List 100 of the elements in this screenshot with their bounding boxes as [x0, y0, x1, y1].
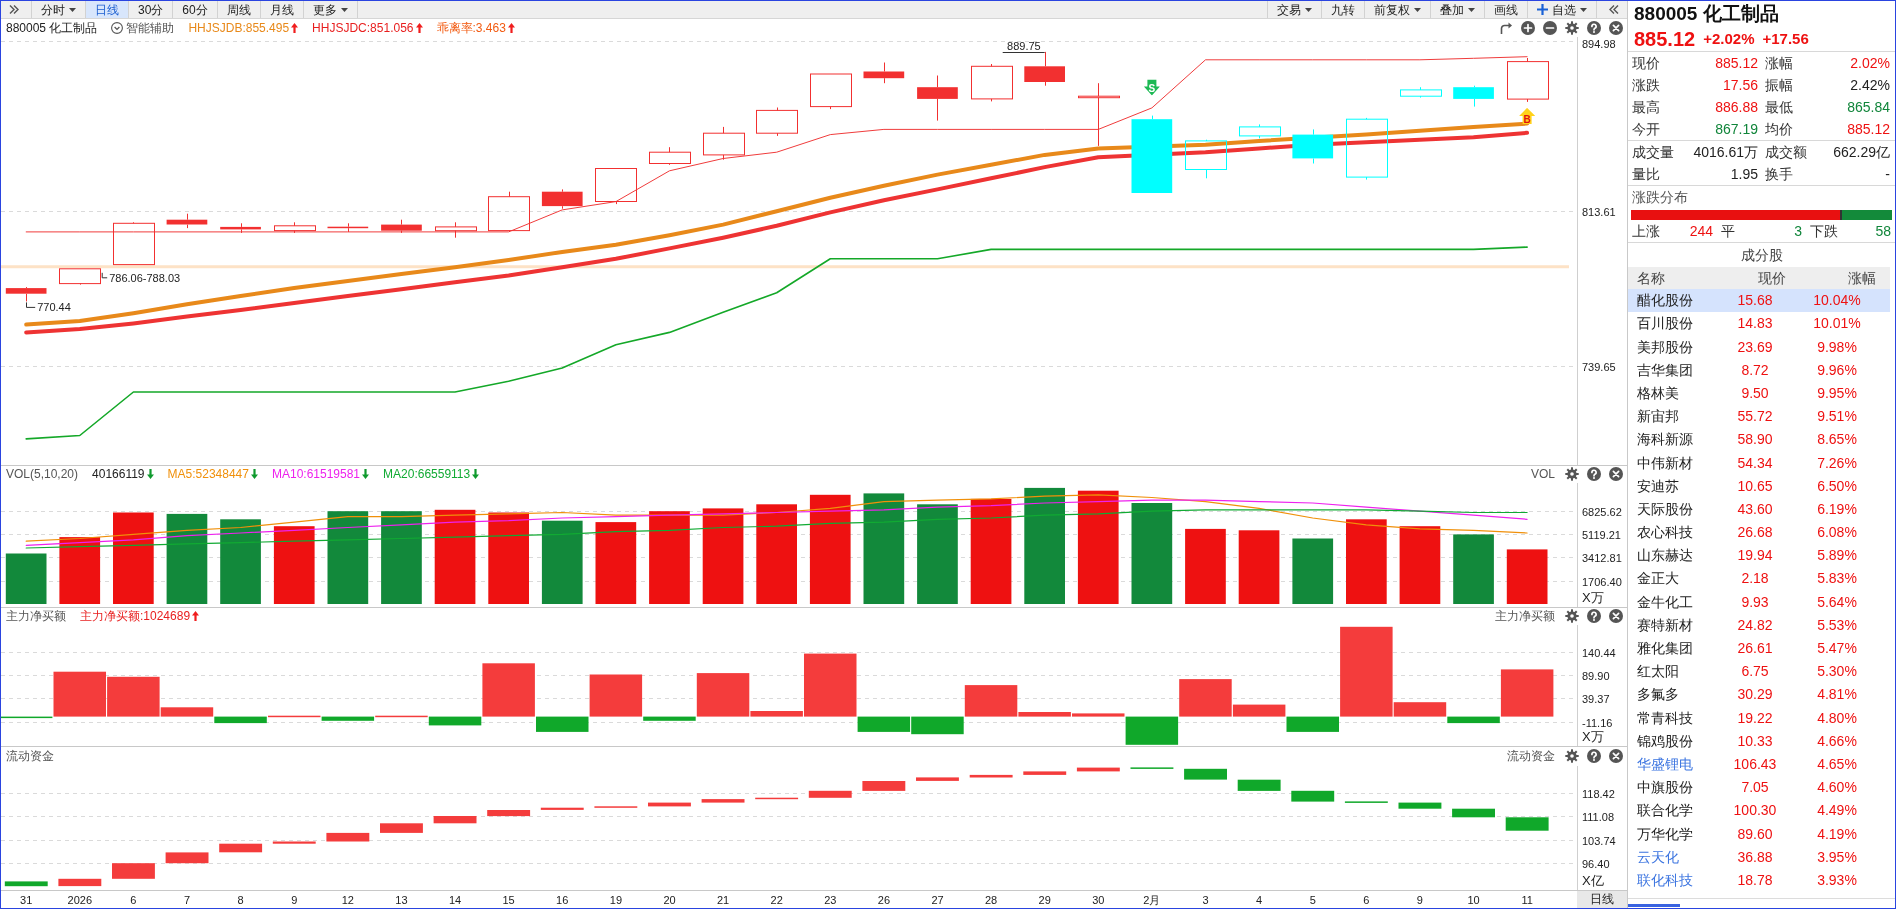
axis-label: 739.65 [1582, 360, 1616, 373]
stock-name: 万华化学 [1636, 825, 1694, 843]
stock-name: 常青科技 [1636, 709, 1694, 727]
stock-row[interactable]: 海科新源 58.90 8.65% [1628, 428, 1890, 452]
stock-name: 百川股份 [1636, 315, 1694, 333]
field-label: 最低 [1764, 98, 1794, 116]
date-label: 20 [663, 893, 676, 906]
stock-row[interactable]: 美邦股份 23.69 9.98% [1628, 335, 1890, 359]
field-value: 4016.61万 [1692, 143, 1758, 161]
field-label: 振幅 [1764, 76, 1794, 94]
zoom-out-icon[interactable] [1543, 21, 1557, 35]
settings-icon[interactable] [1565, 749, 1579, 764]
stock-name: 天际股份 [1636, 500, 1694, 518]
candlestick [649, 146, 691, 166]
close-icon[interactable] [1609, 21, 1623, 35]
candlestick [1400, 86, 1442, 99]
candlestick [1292, 128, 1334, 164]
panel-title: 流动资金 [6, 749, 54, 764]
stock-name: 红太阳 [1636, 663, 1680, 680]
count-value: 3 [1794, 223, 1802, 240]
stock-row[interactable]: 醋化股份 15.68 10.04% [1628, 289, 1890, 313]
candlestick [220, 222, 261, 234]
field-label: 最高 [1632, 98, 1661, 116]
leader-line [101, 272, 108, 279]
stock-row[interactable]: 常青科技 19.22 4.80% [1628, 706, 1890, 730]
period-tab[interactable]: 月线 [259, 1, 303, 18]
stock-change: 4.81% [1816, 686, 1858, 704]
toolbar-button[interactable]: 叠加 [1430, 1, 1484, 18]
fund-flow-bar [272, 841, 316, 844]
close-icon[interactable] [1609, 609, 1623, 624]
fund-flow-bar [1505, 817, 1549, 831]
stock-row[interactable]: 万华化学 89.60 4.19% [1628, 822, 1890, 846]
date-label: 10 [1467, 893, 1480, 906]
settings-icon[interactable] [1565, 21, 1579, 35]
stock-price: 9.93 [1740, 593, 1770, 611]
toolbar-button[interactable]: 画线 [1484, 1, 1527, 18]
stock-row[interactable]: 多氟多 30.29 4.81% [1628, 683, 1890, 707]
stock-row[interactable]: 赛特新材 24.82 5.53% [1628, 613, 1890, 637]
scrollbar-thumb[interactable] [1628, 904, 1680, 907]
stock-change: 5.47% [1816, 640, 1858, 657]
toolbar-button[interactable]: 前复权 [1364, 1, 1430, 18]
fund-flow-bar [380, 823, 423, 833]
stock-row[interactable]: 百川股份 14.83 10.01% [1628, 312, 1890, 336]
candlestick [1507, 57, 1549, 103]
caret-icon [1580, 7, 1587, 12]
toolbar-button[interactable]: 九转 [1321, 1, 1364, 18]
stock-row[interactable]: 吉华集团 8.72 9.96% [1628, 358, 1890, 382]
stock-name: 新宙邦 [1636, 408, 1680, 425]
toolbar-button[interactable]: 交易 [1267, 1, 1321, 18]
curved-arrow-icon[interactable] [1499, 21, 1513, 35]
stock-row[interactable]: 山东赫达 19.94 5.89% [1628, 544, 1890, 568]
field-label: 现价 [1632, 54, 1661, 72]
settings-icon[interactable] [1565, 609, 1579, 624]
date-label: 4 [1256, 893, 1263, 906]
stock-row[interactable]: 格林美 9.50 9.95% [1628, 381, 1890, 405]
settings-icon[interactable] [1565, 467, 1579, 482]
close-icon[interactable] [1609, 467, 1623, 482]
stock-row[interactable]: 联合化学 100.30 4.49% [1628, 799, 1890, 823]
assist-button[interactable]: 智能辅助 [111, 22, 175, 34]
stock-row[interactable]: 红太阳 6.75 5.30% [1628, 660, 1890, 684]
axis-label: 813.61 [1582, 205, 1616, 218]
stock-row[interactable]: 华盛锂电 106.43 4.65% [1628, 752, 1890, 776]
stock-row[interactable]: 中伟新材 54.34 7.26% [1628, 451, 1890, 475]
stock-row[interactable]: 新宙邦 55.72 9.51% [1628, 404, 1890, 429]
stock-row[interactable]: 天际股份 43.60 6.19% [1628, 497, 1890, 521]
candlestick [1078, 82, 1120, 147]
date-label: 21 [716, 893, 730, 906]
plus-icon [1537, 4, 1548, 15]
period-tab[interactable]: 周线 [216, 1, 260, 18]
stock-row[interactable]: 云天化 36.88 3.95% [1628, 845, 1890, 869]
double-chevron-icon[interactable] [9, 5, 19, 14]
candlestick [166, 213, 208, 229]
stock-row[interactable]: 联化科技 18.78 3.93% [1628, 868, 1890, 892]
period-tab[interactable]: 日线 [85, 1, 128, 18]
stock-row[interactable]: 安迪苏 10.65 6.50% [1628, 474, 1890, 498]
help-icon[interactable] [1587, 21, 1601, 35]
stock-row[interactable]: 金牛化工 9.93 5.64% [1628, 590, 1890, 614]
help-icon[interactable] [1587, 749, 1601, 764]
period-tab[interactable]: 30分 [128, 1, 173, 18]
stock-row[interactable]: 雅化集团 26.61 5.47% [1628, 636, 1890, 660]
stock-row[interactable]: 农心科技 26.68 6.08% [1628, 520, 1890, 545]
stock-name: 金牛化工 [1636, 593, 1694, 611]
help-icon[interactable] [1587, 609, 1601, 624]
period-tab[interactable]: 更多 [302, 1, 358, 18]
change-percent: +2.02% [1703, 29, 1755, 48]
stock-change: 3.93% [1816, 871, 1858, 889]
candlestick [274, 221, 316, 234]
period-tab[interactable]: 60分 [172, 1, 217, 18]
stock-row[interactable]: 中旗股份 7.05 4.60% [1628, 775, 1890, 800]
stock-row[interactable]: 金正大 2.18 5.83% [1628, 567, 1890, 591]
date-label: 22 [770, 893, 783, 906]
help-icon[interactable] [1587, 467, 1601, 482]
axis-label: 96.40 [1582, 857, 1610, 870]
zoom-in-icon[interactable] [1521, 21, 1535, 35]
stock-name: 安迪苏 [1636, 477, 1680, 495]
stock-row[interactable]: 锦鸡股份 10.33 4.66% [1628, 729, 1890, 753]
stock-price: 23.69 [1736, 338, 1774, 356]
double-chevron-icon[interactable] [1609, 5, 1619, 14]
close-icon[interactable] [1609, 749, 1623, 764]
toolbar-button[interactable]: 自选 [1527, 1, 1597, 18]
